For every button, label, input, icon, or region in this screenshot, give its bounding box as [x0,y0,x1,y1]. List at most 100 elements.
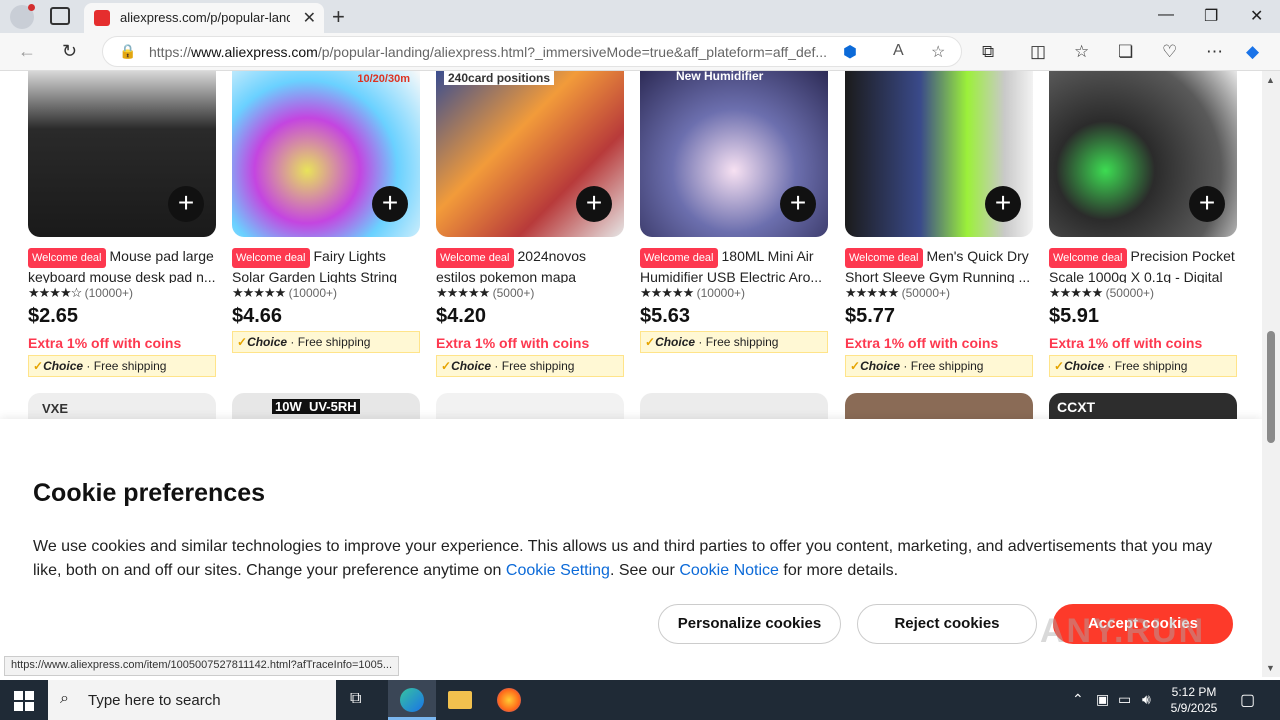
add-to-cart-icon[interactable]: + [985,186,1021,222]
product-card[interactable]: + Welcome deal Mouse pad large keyboard m… [28,71,216,377]
personalize-cookies-button[interactable]: Personalize cookies [658,604,841,644]
image-caption: 10/20/30m [357,73,410,85]
extensions-icon[interactable]: ⧉ [982,42,994,62]
reject-cookies-button[interactable]: Reject cookies [857,604,1037,644]
tab-title: aliexpress.com/p/popular-landin [120,10,290,25]
shopping-extension-icon[interactable]: ⬢ [843,42,857,62]
browser-tab[interactable]: aliexpress.com/p/popular-landin ✕ [84,3,324,33]
windows-start-icon[interactable] [14,691,34,711]
cookie-setting-link[interactable]: Cookie Setting [506,562,610,579]
browser-essentials-icon[interactable]: ♡ [1162,42,1177,62]
status-bar-url: https://www.aliexpress.com/item/10050075… [4,656,400,676]
minimize-icon[interactable]: — [1158,6,1174,24]
coins-promo: Extra 1% off with coins [1049,335,1203,351]
product-card[interactable]: 10/20/30m + Welcome deal Fairy Lights Sol… [232,71,420,353]
network-icon[interactable]: ▭ [1118,691,1131,708]
product-price: $5.91 [1049,305,1100,327]
cookie-text: We use cookies and similar technologies … [33,538,1213,579]
product-image[interactable]: + [1049,71,1237,237]
add-to-cart-icon[interactable]: + [576,186,612,222]
clock-date: 5/9/2025 [1170,701,1218,715]
favorite-star-icon[interactable]: ☆ [931,42,945,62]
product-image[interactable]: 10/20/30m + [232,71,420,237]
close-tab-icon[interactable]: ✕ [303,8,316,28]
product-price: $4.20 [436,305,487,327]
lock-icon: 🔒 [119,43,137,59]
file-explorer-icon[interactable] [448,691,472,709]
product-price: $2.65 [28,305,79,327]
product-title[interactable]: Welcome deal Men's Quick Dry Short Sleeve… [845,247,1033,283]
product-title[interactable]: Welcome deal Mouse pad large keyboard mou… [28,247,216,283]
scroll-down-icon[interactable]: ▼ [1266,663,1275,673]
product-image[interactable]: 240card positions + [436,71,624,237]
product-rating: ★★★★★ (5000+) [436,285,535,300]
product-card[interactable]: New Humidifier + Welcome deal 180ML Mini … [640,71,828,353]
coins-promo: Extra 1% off with coins [28,335,182,351]
choice-shipping: ✓Choice · Free shipping [232,331,420,353]
image-caption: CCXT [1057,399,1096,415]
cookie-title: Cookie preferences [33,479,266,507]
choice-shipping: ✓Choice · Free shipping [436,355,624,377]
product-card[interactable]: + Welcome deal Precision Pocket Scale 100… [1049,71,1237,377]
add-to-cart-icon[interactable]: + [780,186,816,222]
address-toolbar: ← ↻ 🔒 https://www.aliexpress.com/p/popul… [0,33,1280,71]
add-to-cart-icon[interactable]: + [168,186,204,222]
coins-promo: Extra 1% off with coins [436,335,590,351]
firefox-icon[interactable] [497,688,521,712]
welcome-deal-badge: Welcome deal [28,248,106,268]
image-caption: 10W UV-5RH [272,399,360,414]
edge-taskbar-button[interactable] [388,680,436,720]
add-to-cart-icon[interactable]: + [1189,186,1225,222]
product-rating: ★★★★★ (50000+) [845,285,950,300]
product-title[interactable]: Welcome deal Fairy Lights Solar Garden Li… [232,247,420,283]
product-image[interactable]: New Humidifier + [640,71,828,237]
address-bar[interactable]: 🔒 https://www.aliexpress.com/p/popular-l… [102,36,962,67]
cookie-notice-link[interactable]: Cookie Notice [679,562,779,579]
scrollbar-thumb[interactable] [1267,331,1275,443]
welcome-deal-badge: Welcome deal [845,248,923,268]
coins-promo: Extra 1% off with coins [845,335,999,351]
product-card[interactable]: + Welcome deal Men's Quick Dry Short Slee… [845,71,1033,377]
new-tab-icon[interactable]: + [332,4,345,30]
collections-icon[interactable]: ❏ [1118,42,1133,62]
add-to-cart-icon[interactable]: + [372,186,408,222]
welcome-deal-badge: Welcome deal [232,248,310,268]
volume-icon[interactable]: 🔊︎ [1142,691,1151,708]
product-rating: ★★★★★ (10000+) [232,285,337,300]
product-title[interactable]: Welcome deal Precision Pocket Scale 1000g… [1049,247,1237,283]
tab-actions-icon[interactable] [50,7,70,25]
restore-icon[interactable]: ❐ [1204,6,1218,26]
profile-icon[interactable] [10,4,35,29]
more-menu-icon[interactable]: ⋯ [1206,42,1223,62]
scroll-up-icon[interactable]: ▲ [1266,75,1275,85]
page-scrollbar[interactable]: ▲ ▼ [1262,71,1280,677]
url-text[interactable]: https://www.aliexpress.com/p/popular-lan… [149,44,829,60]
tray-device-icon[interactable]: ▣ [1096,691,1109,708]
product-image[interactable]: + [845,71,1033,237]
product-image[interactable]: + [28,71,216,237]
welcome-deal-badge: Welcome deal [436,248,514,268]
split-screen-icon[interactable]: ◫ [1030,42,1046,62]
refresh-icon[interactable]: ↻ [62,41,77,62]
search-placeholder: Type here to search [88,692,221,709]
choice-shipping: ✓Choice · Free shipping [845,355,1033,377]
anyrun-watermark: ANY.RUN [1040,612,1206,650]
back-icon[interactable]: ← [18,41,36,62]
windows-taskbar: ⌕ Type here to search ⧉ ⌃ ▣ ▭ 🔊︎ 5:12 PM… [0,680,1280,720]
copilot-icon[interactable]: ◆ [1246,42,1259,62]
taskbar-search[interactable]: ⌕ Type here to search [48,680,336,720]
product-card[interactable]: 240card positions + Welcome deal 2024novo… [436,71,624,377]
tray-chevron-icon[interactable]: ⌃ [1072,691,1084,708]
notifications-icon[interactable]: ▢ [1240,690,1255,710]
page-content: + Welcome deal Mouse pad large keyboard m… [0,71,1262,677]
close-window-icon[interactable]: ✕ [1250,6,1263,26]
favorites-icon[interactable]: ☆ [1074,42,1089,62]
taskbar-clock[interactable]: 5:12 PM 5/9/2025 [1166,684,1222,716]
read-aloud-icon[interactable]: A [893,42,904,60]
product-title[interactable]: Welcome deal 2024novos estilos pokemon ma… [436,247,624,283]
edge-icon [400,688,424,712]
task-view-icon[interactable]: ⧉ [350,690,374,714]
welcome-deal-badge: Welcome deal [640,248,718,268]
search-icon: ⌕ [60,690,69,707]
product-title[interactable]: Welcome deal 180ML Mini Air Humidifier US… [640,247,828,283]
